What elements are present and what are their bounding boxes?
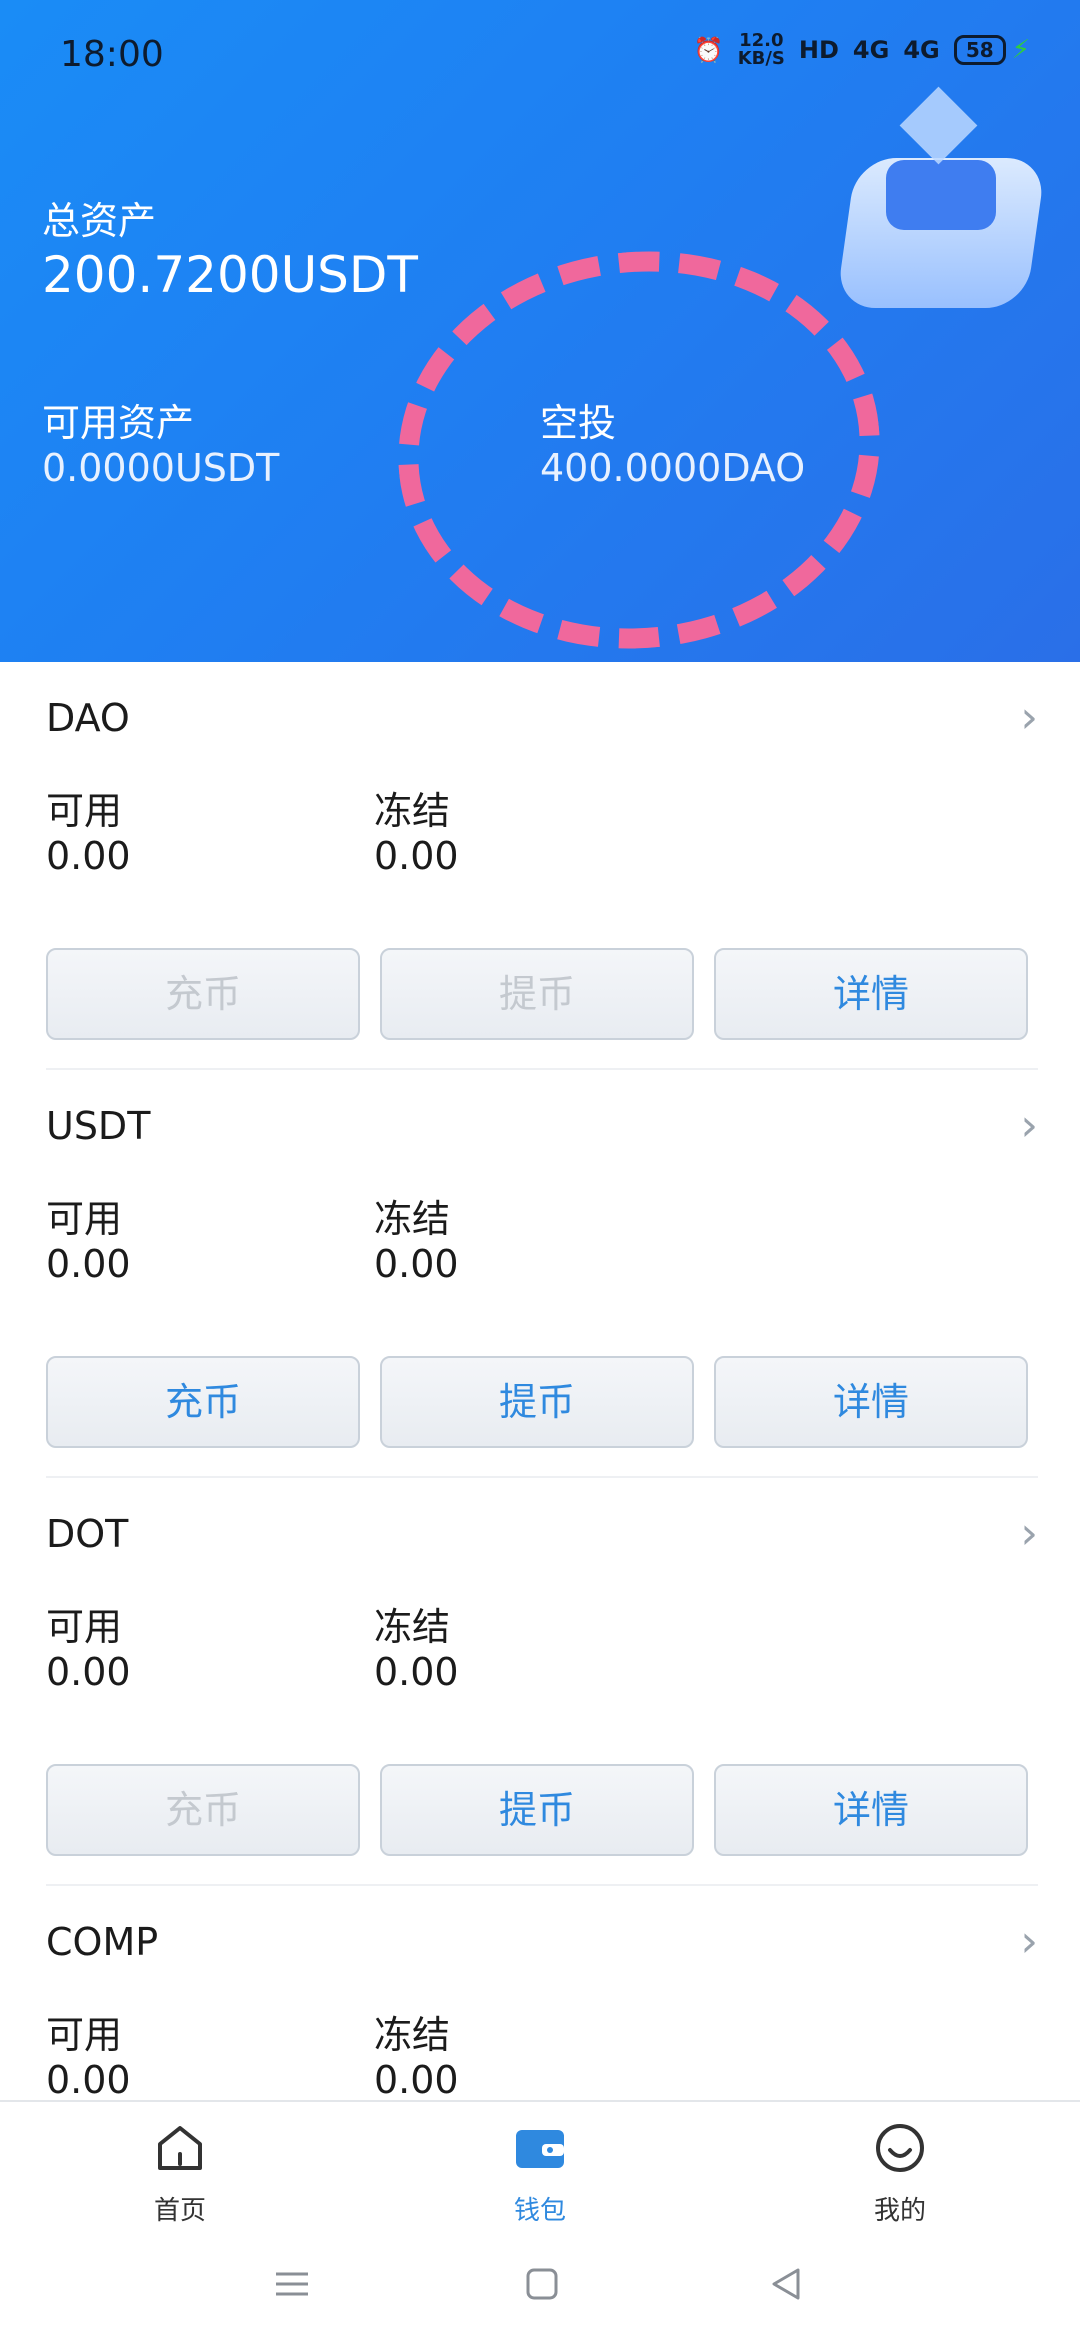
asset-card-usdt: USDT › 可用 冻结 0.00 0.00 充币 提币 详情 bbox=[0, 1070, 1080, 1478]
status-icons: ⏰ 12.0 KB/S HD 4G 4G 58 ⚡ bbox=[694, 32, 1030, 68]
frozen-label: 冻结 bbox=[374, 1605, 451, 1649]
frozen-value: 0.00 bbox=[374, 2058, 459, 2102]
chevron-right-icon[interactable]: › bbox=[1020, 1916, 1038, 1967]
chevron-right-icon[interactable]: › bbox=[1020, 1100, 1038, 1151]
available-assets-value: 0.0000USDT bbox=[42, 446, 280, 490]
available-label: 可用 bbox=[46, 1605, 123, 1649]
frozen-value: 0.00 bbox=[374, 834, 459, 878]
asset-name: USDT bbox=[46, 1104, 151, 1148]
frozen-value: 0.00 bbox=[374, 1242, 459, 1286]
wallet-illustration bbox=[816, 86, 1066, 318]
details-button[interactable]: 详情 bbox=[714, 1356, 1028, 1448]
nav-home[interactable]: 首页 bbox=[110, 2120, 250, 2227]
asset-card-dot: DOT › 可用 冻结 0.00 0.00 充币 提币 详情 bbox=[0, 1478, 1080, 1886]
asset-name: DOT bbox=[46, 1512, 129, 1556]
chevron-right-icon[interactable]: › bbox=[1020, 1508, 1038, 1559]
home-square-icon[interactable] bbox=[522, 2264, 562, 2304]
bottom-nav: 首页 钱包 我的 bbox=[0, 2100, 1080, 2230]
available-value: 0.00 bbox=[46, 1242, 131, 1286]
asset-list: DAO › 可用 冻结 0.00 0.00 充币 提币 详情 USDT › 可用… bbox=[0, 662, 1080, 2294]
network-speed: 12.0 KB/S bbox=[738, 32, 785, 68]
available-label: 可用 bbox=[46, 1197, 123, 1241]
available-assets-label: 可用资产 bbox=[42, 401, 195, 445]
available-label: 可用 bbox=[46, 2013, 123, 2057]
asset-card-dao: DAO › 可用 冻结 0.00 0.00 充币 提币 详情 bbox=[0, 662, 1080, 1070]
withdraw-button[interactable]: 提币 bbox=[380, 1356, 694, 1448]
available-value: 0.00 bbox=[46, 834, 131, 878]
asset-name: COMP bbox=[46, 1920, 159, 1964]
frozen-value: 0.00 bbox=[374, 1650, 459, 1694]
withdraw-button[interactable]: 提币 bbox=[380, 948, 694, 1040]
available-value: 0.00 bbox=[46, 2058, 131, 2102]
signal-icon-1: 4G bbox=[852, 36, 890, 64]
hd-icon: HD bbox=[798, 36, 839, 64]
frozen-label: 冻结 bbox=[374, 2013, 451, 2057]
wallet-icon bbox=[516, 2130, 564, 2168]
nav-wallet[interactable]: 钱包 bbox=[470, 2120, 610, 2227]
network-speed-unit: KB/S bbox=[737, 48, 785, 69]
deposit-button[interactable]: 充币 bbox=[46, 1356, 360, 1448]
withdraw-button[interactable]: 提币 bbox=[380, 1764, 694, 1856]
system-nav-bar bbox=[0, 2230, 1080, 2340]
details-button[interactable]: 详情 bbox=[714, 948, 1028, 1040]
frozen-label: 冻结 bbox=[374, 1197, 451, 1241]
menu-icon[interactable] bbox=[272, 2264, 312, 2304]
deposit-button[interactable]: 充币 bbox=[46, 1764, 360, 1856]
frozen-label: 冻结 bbox=[374, 789, 451, 833]
battery-icon: 58 ⚡ bbox=[953, 35, 1030, 65]
asset-header: 18:00 ⏰ 12.0 KB/S HD 4G 4G 58 ⚡ 总资产 200.… bbox=[0, 0, 1080, 662]
alarm-icon: ⏰ bbox=[693, 36, 724, 64]
available-value: 0.00 bbox=[46, 1650, 131, 1694]
nav-mine-label: 我的 bbox=[873, 2196, 926, 2226]
charging-icon: ⚡ bbox=[1011, 35, 1030, 65]
home-icon bbox=[158, 2126, 202, 2170]
chevron-right-icon[interactable]: › bbox=[1020, 692, 1038, 743]
nav-home-label: 首页 bbox=[153, 2196, 206, 2226]
deposit-button[interactable]: 充币 bbox=[46, 948, 360, 1040]
back-triangle-icon[interactable] bbox=[766, 2264, 806, 2304]
status-time: 18:00 bbox=[60, 34, 164, 75]
nav-wallet-label: 钱包 bbox=[513, 2196, 566, 2226]
details-button[interactable]: 详情 bbox=[714, 1764, 1028, 1856]
total-assets-value: 200.7200USDT bbox=[42, 246, 418, 304]
profile-smile-icon bbox=[876, 2124, 924, 2172]
signal-icon-2: 4G bbox=[903, 36, 940, 64]
available-label: 可用 bbox=[46, 789, 123, 833]
asset-name: DAO bbox=[46, 696, 130, 740]
total-assets-label: 总资产 bbox=[42, 199, 157, 243]
nav-mine[interactable]: 我的 bbox=[830, 2120, 970, 2227]
battery-level: 58 bbox=[953, 35, 1006, 65]
